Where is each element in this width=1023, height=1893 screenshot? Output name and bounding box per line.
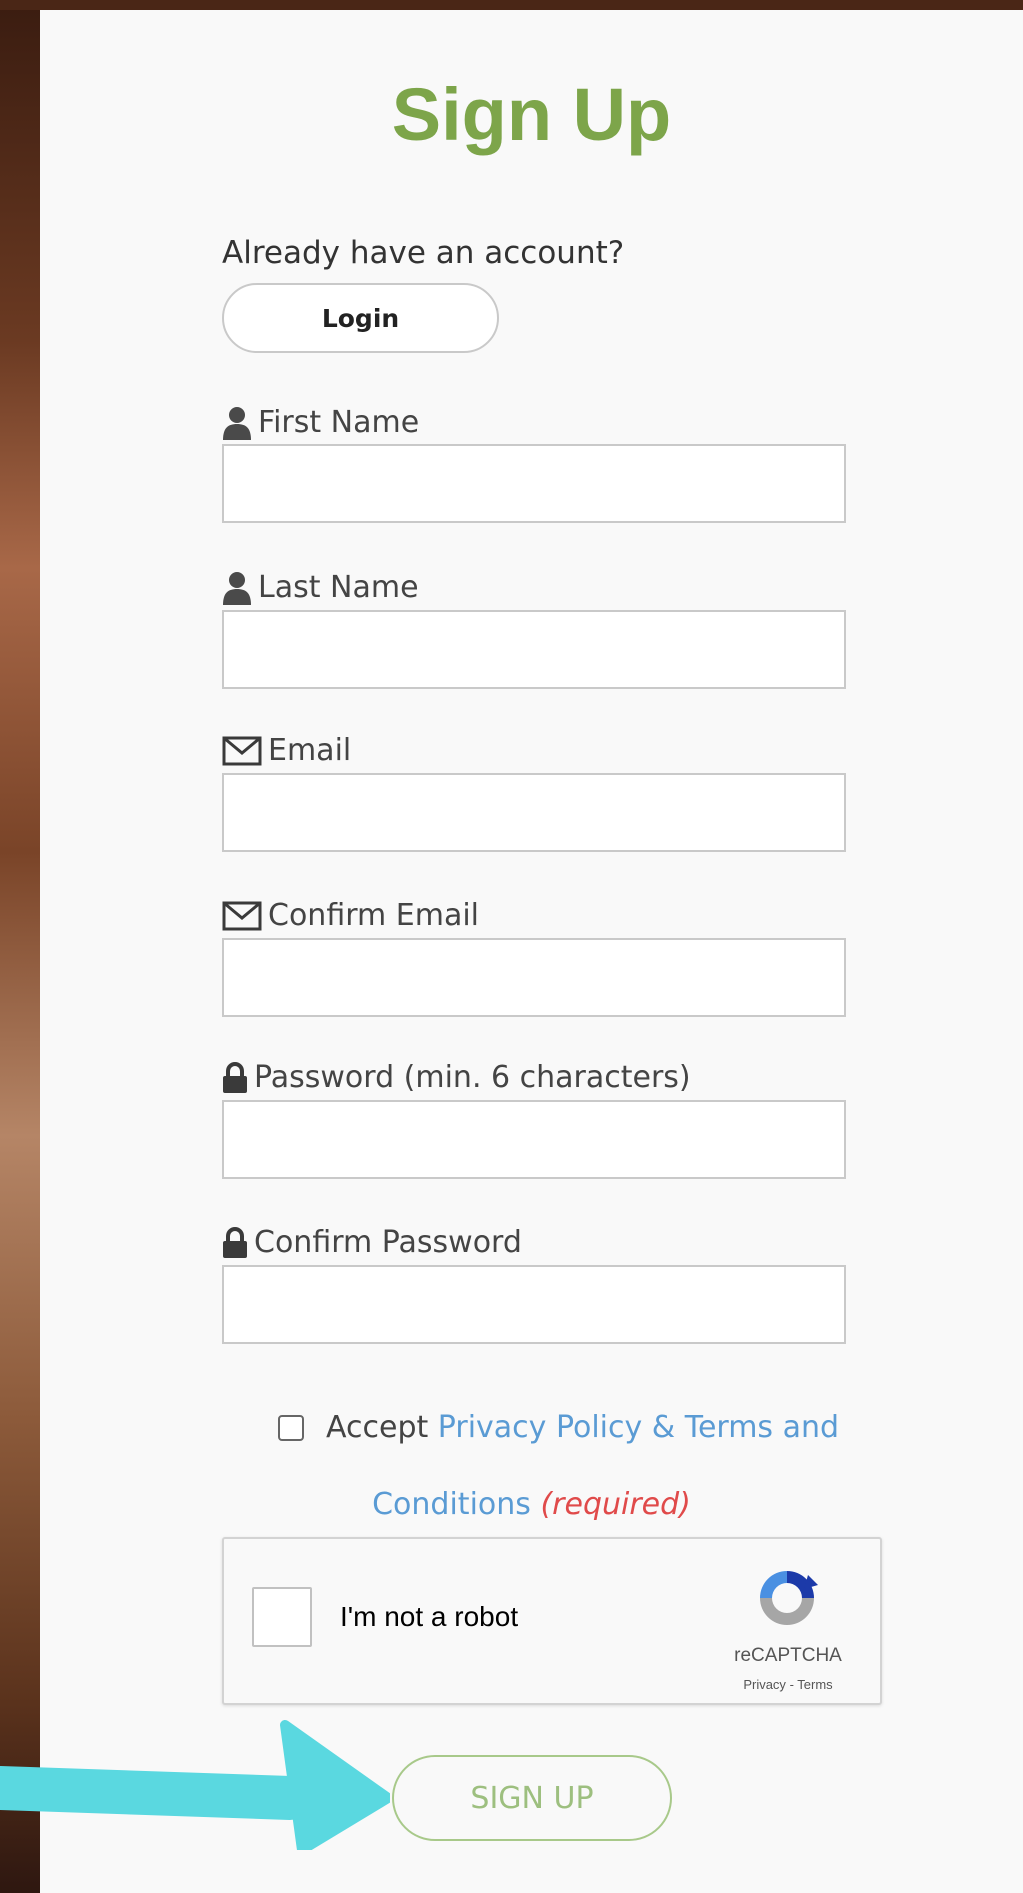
confirm-password-input[interactable] bbox=[222, 1265, 846, 1344]
last-name-label-text: Last Name bbox=[258, 570, 419, 605]
envelope-icon bbox=[222, 901, 262, 930]
accept-prefix: Accept bbox=[326, 1410, 429, 1445]
email-label-text: Email bbox=[268, 733, 352, 768]
confirm-password-label-text: Confirm Password bbox=[254, 1225, 522, 1260]
last-name-label: Last Name bbox=[222, 570, 419, 605]
email-label: Email bbox=[222, 733, 351, 768]
envelope-icon bbox=[222, 736, 262, 765]
password-label-text: Password (min. 6 characters) bbox=[254, 1060, 691, 1095]
accept-terms-line2: Conditions (required) bbox=[40, 1487, 1023, 1522]
recaptcha-label: I'm not a robot bbox=[340, 1601, 519, 1632]
recaptcha-privacy-link[interactable]: Privacy bbox=[743, 1677, 786, 1692]
background-top-strip bbox=[0, 0, 1023, 10]
confirm-email-input[interactable] bbox=[222, 938, 846, 1017]
password-label: Password (min. 6 characters) bbox=[222, 1060, 691, 1095]
privacy-terms-link[interactable]: Privacy Policy & Terms and bbox=[438, 1410, 839, 1445]
recaptcha-terms-link[interactable]: Terms bbox=[797, 1677, 832, 1692]
recaptcha-logo-icon bbox=[760, 1571, 818, 1625]
accept-terms-checkbox[interactable] bbox=[278, 1414, 304, 1441]
lock-icon bbox=[223, 1226, 247, 1258]
recaptcha-separator: - bbox=[789, 1677, 794, 1692]
conditions-link[interactable]: Conditions bbox=[372, 1487, 531, 1522]
confirm-email-label-text: Confirm Email bbox=[268, 898, 480, 933]
first-name-input[interactable] bbox=[222, 444, 846, 523]
user-icon bbox=[223, 571, 251, 605]
login-button[interactable]: Login bbox=[222, 283, 499, 353]
already-have-account-text: Already have an account? bbox=[222, 235, 625, 271]
accept-terms-row: Accept Privacy Policy & Terms and bbox=[278, 1410, 839, 1445]
user-icon bbox=[223, 406, 251, 440]
recaptcha-links: Privacy - Terms bbox=[708, 1677, 868, 1692]
first-name-label: First Name bbox=[222, 405, 419, 440]
confirm-password-label: Confirm Password bbox=[222, 1225, 522, 1260]
email-input[interactable] bbox=[222, 773, 846, 852]
last-name-input[interactable] bbox=[222, 610, 846, 689]
recaptcha-widget: I'm not a robot reCAPTCHA Privacy - Term… bbox=[222, 1537, 882, 1705]
password-input[interactable] bbox=[222, 1100, 846, 1179]
recaptcha-brand: reCAPTCHA bbox=[734, 1645, 842, 1666]
first-name-label-text: First Name bbox=[258, 405, 420, 440]
signup-card: Sign Up Already have an account? Login F… bbox=[40, 10, 1023, 1893]
confirm-email-label: Confirm Email bbox=[222, 898, 479, 933]
sign-up-button[interactable]: SIGN UP bbox=[392, 1755, 672, 1841]
background-photo bbox=[0, 0, 40, 1893]
lock-icon bbox=[223, 1061, 247, 1093]
page-title: Sign Up bbox=[391, 73, 672, 156]
pointer-arrow-icon bbox=[0, 1720, 390, 1850]
recaptcha-checkbox[interactable] bbox=[252, 1587, 312, 1647]
required-note: (required) bbox=[540, 1487, 691, 1522]
